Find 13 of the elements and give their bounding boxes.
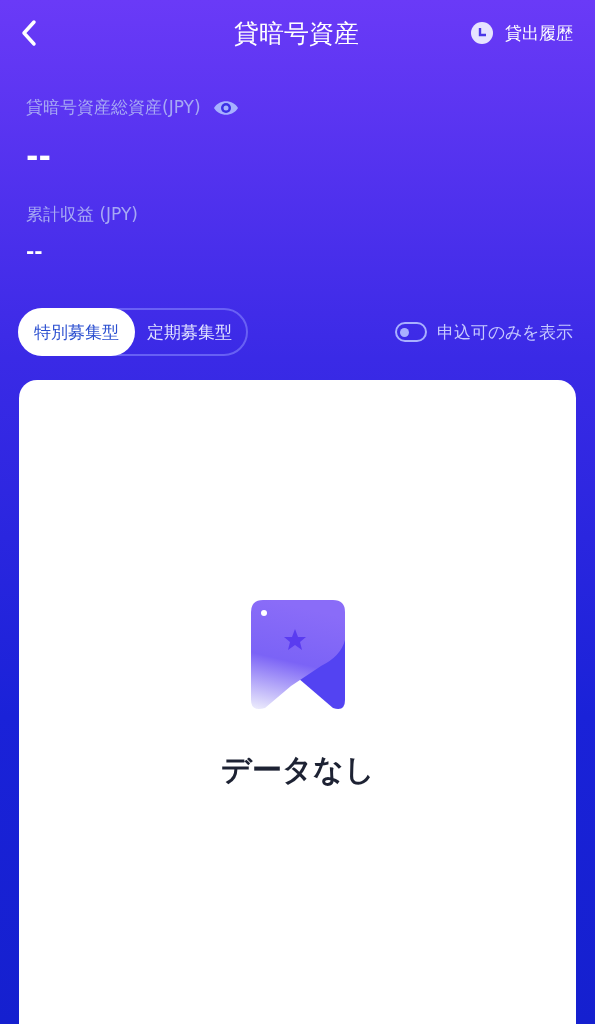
history-link[interactable]: 貸出履歴: [471, 21, 573, 45]
filter-label: 申込可のみを表示: [437, 320, 573, 344]
total-assets-label: 貸暗号資産総資産(JPY): [26, 96, 201, 119]
empty-message: データなし: [220, 751, 375, 789]
earnings-value: --: [26, 238, 44, 265]
page-title: 貸暗号資産: [234, 17, 359, 50]
toggle-switch[interactable]: [395, 322, 427, 342]
tab[interactable]: 特別募集型: [18, 308, 135, 356]
earnings-label: 累計収益 (JPY): [26, 203, 139, 226]
bookmark-star-icon: [250, 600, 345, 710]
eye-icon[interactable]: [212, 98, 239, 117]
clock-icon: [471, 22, 493, 44]
total-assets-value: --: [26, 138, 52, 176]
